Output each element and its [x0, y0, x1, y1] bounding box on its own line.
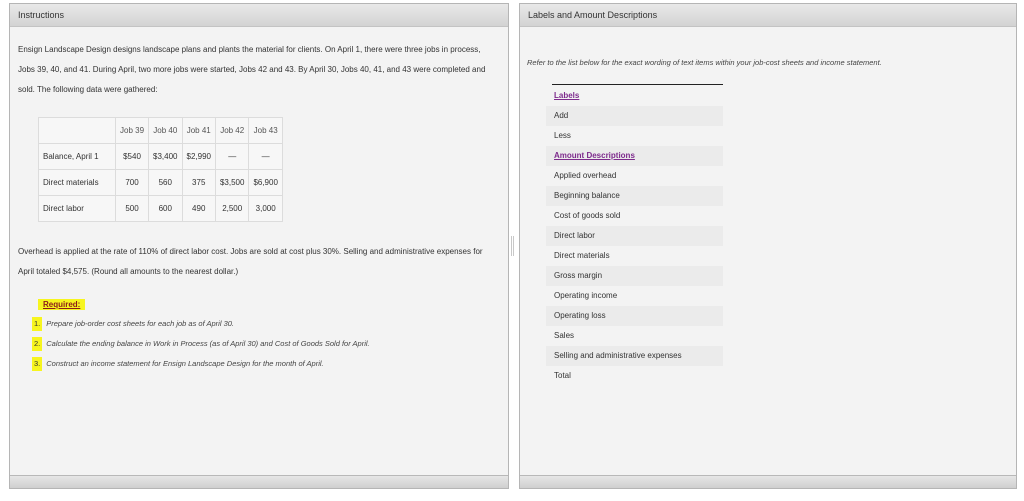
table-header-cell: Job 42: [214, 117, 250, 144]
table-cell: 560: [148, 169, 183, 196]
labels-panel: Labels and Amount Descriptions Refer to …: [519, 3, 1017, 489]
table-cell: —: [214, 143, 250, 170]
amount-item: Cost of goods sold: [554, 211, 621, 220]
requirement-text: Construct an income statement for Ensign…: [46, 359, 324, 368]
amount-item: Operating loss: [546, 306, 723, 326]
requirements-list: 1. Prepare job-order cost sheets for eac…: [32, 317, 370, 377]
labels-heading: Labels: [554, 91, 580, 100]
required-heading: Required:: [38, 299, 86, 310]
table-row: Direct materials 700 560 375 $3,500 $6,9…: [38, 169, 283, 196]
amount-item: Direct materials: [554, 251, 610, 260]
table-cell: 375: [181, 169, 216, 196]
requirement-item: 1. Prepare job-order cost sheets for eac…: [32, 317, 370, 337]
row-label: Balance, April 1: [38, 143, 116, 170]
intro-paragraph: Ensign Landscape Design designs landscap…: [18, 45, 486, 94]
table-cell: 2,500: [214, 195, 250, 222]
requirement-item: 3. Construct an income statement for Ens…: [32, 357, 370, 377]
table-cell: $6,900: [248, 169, 283, 196]
table-cell: $3,400: [148, 143, 183, 170]
divider: [552, 84, 723, 85]
table-header-cell: Job 43: [248, 117, 283, 144]
labels-panel-header: Labels and Amount Descriptions: [520, 4, 1016, 27]
amount-descriptions-heading: Amount Descriptions: [546, 146, 723, 166]
table-row: Direct labor 500 600 490 2,500 3,000: [38, 195, 283, 222]
table-cell: $3,500: [214, 169, 250, 196]
amount-item: Beginning balance: [546, 186, 723, 206]
table-header-cell: Job 39: [114, 117, 150, 144]
amount-item: Operating income: [554, 291, 618, 300]
amount-item: Applied overhead: [554, 171, 617, 180]
panel-resize-handle[interactable]: [511, 236, 514, 256]
table-header-cell: Job 40: [148, 117, 183, 144]
table-cell: $540: [114, 143, 150, 170]
overhead-paragraph: Overhead is applied at the rate of 110% …: [18, 247, 483, 276]
requirement-number: 3.: [32, 357, 43, 371]
labels-panel-footer: [520, 475, 1016, 488]
table-header-row: Job 39 Job 40 Job 41 Job 42 Job 43: [38, 117, 283, 144]
table-cell: 490: [181, 195, 216, 222]
table-row: Balance, April 1 $540 $3,400 $2,990 — —: [38, 143, 283, 170]
row-label: Direct labor: [38, 195, 116, 222]
label-item: Less: [554, 131, 571, 140]
table-cell: 500: [114, 195, 150, 222]
refer-text: Refer to the list below for the exact wo…: [527, 58, 882, 67]
requirement-item: 2. Calculate the ending balance in Work …: [32, 337, 370, 357]
table-cell: 700: [114, 169, 150, 196]
amount-item: Sales: [554, 331, 575, 340]
amount-item: Total: [554, 371, 571, 380]
table-header-cell: Job 41: [181, 117, 216, 144]
instructions-panel-header: Instructions: [10, 4, 508, 27]
job-data-table: Job 39 Job 40 Job 41 Job 42 Job 43 Balan…: [38, 117, 283, 222]
requirement-text: Calculate the ending balance in Work in …: [46, 339, 370, 348]
table-cell: 600: [148, 195, 183, 222]
table-cell: 3,000: [248, 195, 283, 222]
label-item: Add: [546, 106, 723, 126]
table-header-cell: [38, 117, 116, 144]
table-cell: —: [248, 143, 283, 170]
amount-item: Gross margin: [546, 266, 723, 286]
instructions-panel-footer: [10, 475, 508, 488]
requirement-number: 1.: [32, 317, 43, 331]
amount-item: Selling and administrative expenses: [546, 346, 723, 366]
amount-item: Direct labor: [546, 226, 723, 246]
table-cell: $2,990: [181, 143, 216, 170]
requirement-text: Prepare job-order cost sheets for each j…: [46, 319, 235, 328]
labels-list: Labels Add Less Amount Descriptions Appl…: [546, 86, 723, 386]
row-label: Direct materials: [38, 169, 116, 196]
requirement-number: 2.: [32, 337, 43, 351]
instructions-panel: Instructions Ensign Landscape Design des…: [9, 3, 509, 489]
required-label: Required:: [43, 300, 81, 309]
